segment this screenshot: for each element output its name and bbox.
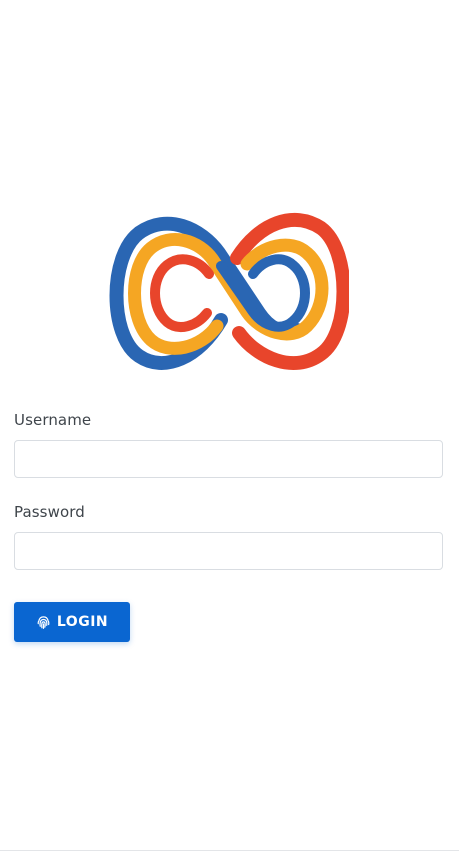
app-logo (109, 208, 349, 378)
password-label: Password (14, 503, 85, 521)
username-input[interactable] (14, 440, 443, 478)
infinity-logo-icon (109, 213, 349, 370)
password-input[interactable] (14, 532, 443, 570)
login-button-label: LOGIN (56, 614, 109, 630)
username-label: Username (14, 411, 92, 429)
fingerprint-icon (36, 615, 51, 630)
login-button[interactable]: LOGIN (14, 602, 130, 642)
